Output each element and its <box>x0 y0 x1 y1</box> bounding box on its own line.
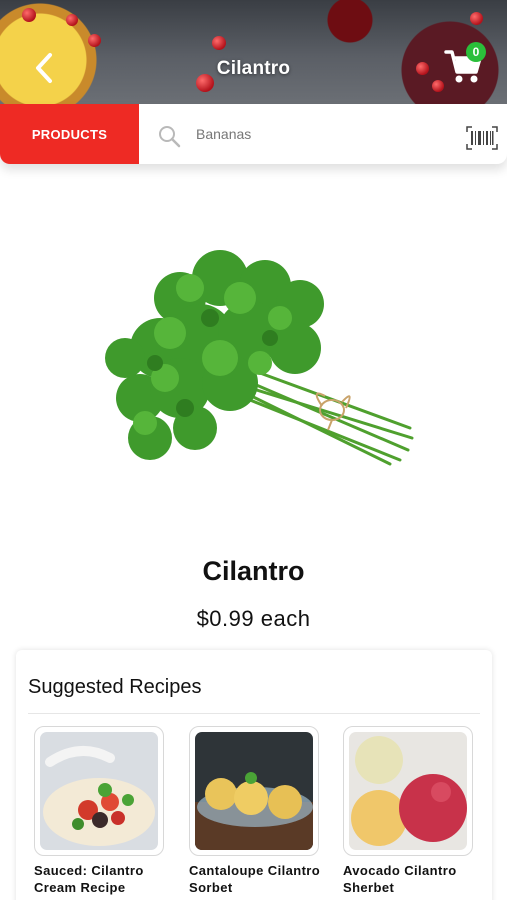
divider <box>28 713 480 714</box>
recipe-thumbnail <box>343 726 473 856</box>
search-bar: PRODUCTS <box>0 104 507 164</box>
barcode-icon[interactable] <box>466 126 498 150</box>
cart-button[interactable]: 0 <box>444 42 488 88</box>
recipe-thumbnail <box>189 726 319 856</box>
recipe-card[interactable]: Cantaloupe Cilantro Sorbet <box>189 726 325 896</box>
berry-decoration <box>66 14 78 26</box>
berry-decoration <box>432 80 444 92</box>
recipe-name: Avocado Cilantro Sherbet <box>343 863 457 895</box>
search-icon[interactable] <box>157 124 181 148</box>
recipe-card[interactable]: Sauced: Cilantro Cream Recipe <box>34 726 170 896</box>
recipe-image <box>40 732 158 850</box>
page-title: Cilantro <box>216 58 291 79</box>
product-price: $0.99 each <box>196 606 311 631</box>
cart-count-badge: 0 <box>466 42 486 62</box>
section-title: Suggested Recipes <box>28 676 202 698</box>
recipe-image <box>195 732 313 850</box>
products-category-button[interactable]: PRODUCTS <box>0 104 139 164</box>
berry-decoration <box>470 12 483 25</box>
recipe-image <box>349 732 467 850</box>
berry-decoration <box>22 8 36 22</box>
berry-decoration <box>212 36 226 50</box>
recipe-card[interactable]: Avocado Cilantro Sherbet <box>343 726 479 896</box>
header-banner: Cilantro 0 <box>0 0 507 104</box>
product-image <box>105 250 414 466</box>
recipe-name: Sauced: Cilantro Cream Recipe <box>34 863 144 895</box>
recipe-name: Cantaloupe Cilantro Sorbet <box>189 863 321 895</box>
product-name: Cilantro <box>202 556 305 586</box>
suggested-recipes-card: Suggested Recipes Sauced: Cilantro Cream… <box>16 650 492 900</box>
search-input[interactable] <box>196 120 446 148</box>
berry-decoration <box>88 34 101 47</box>
recipe-thumbnail <box>34 726 164 856</box>
